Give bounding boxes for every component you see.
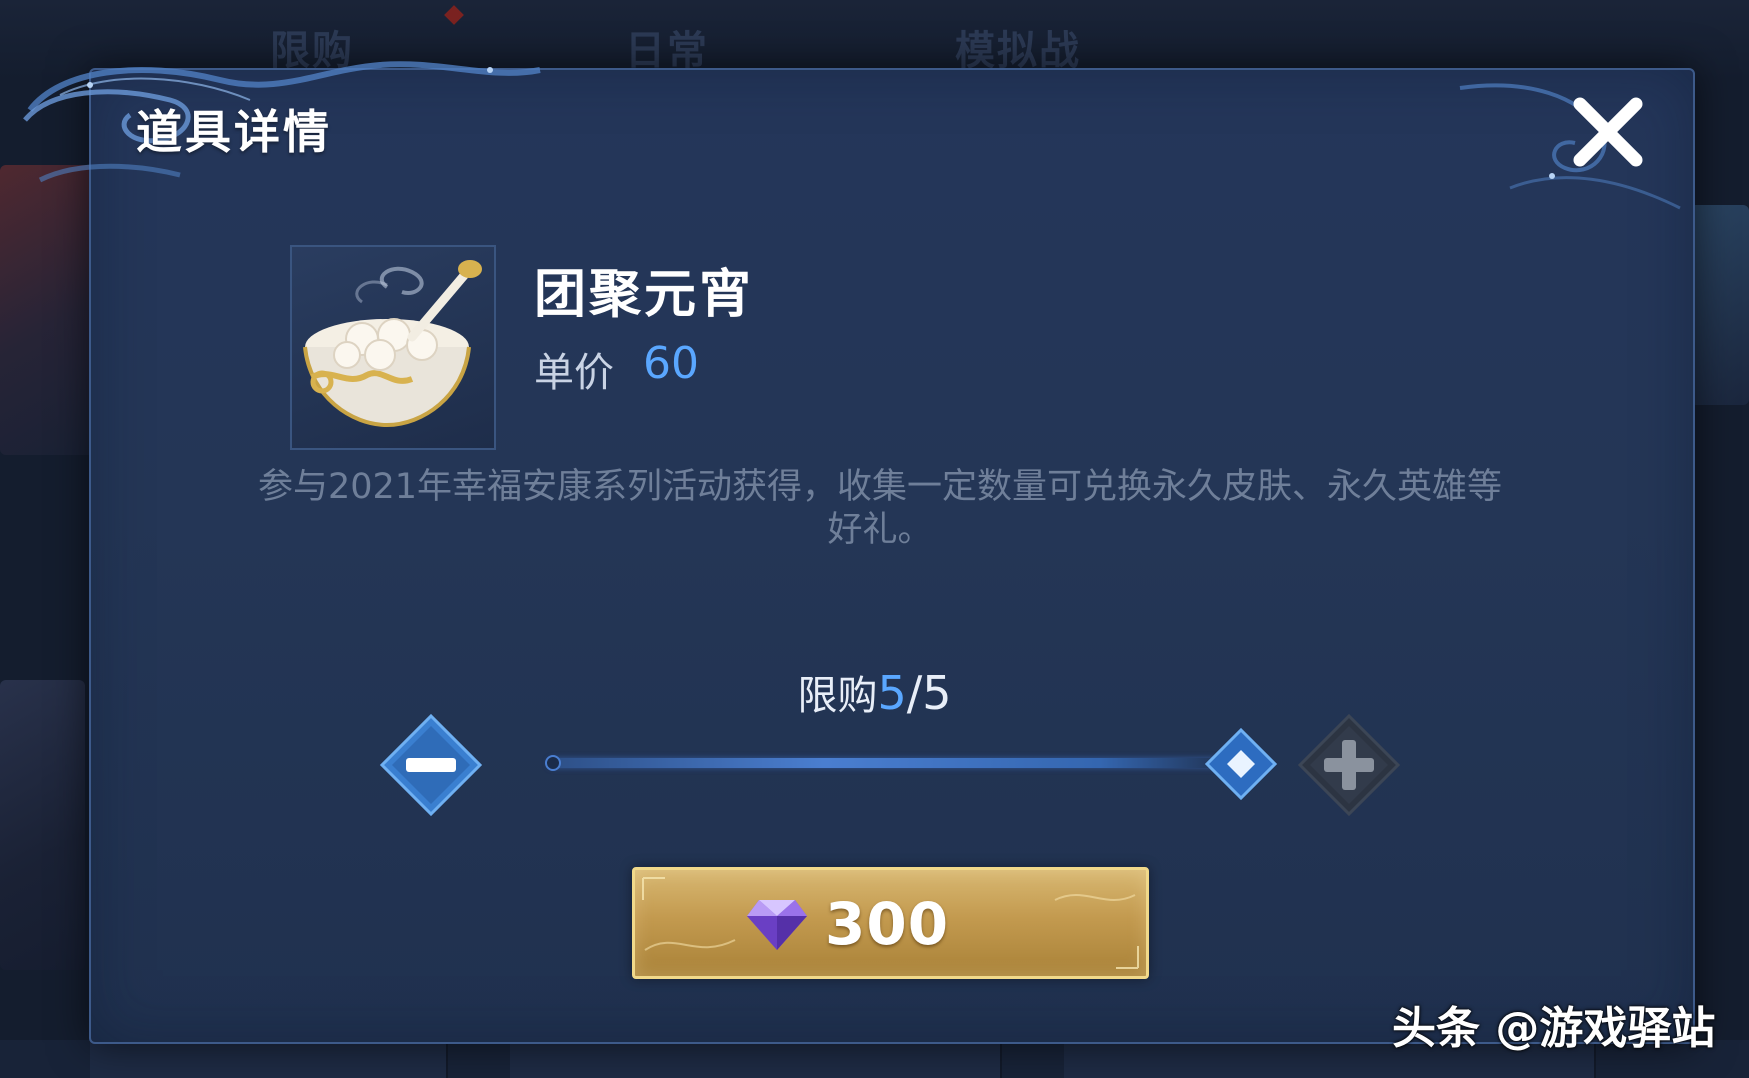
background-card xyxy=(1690,205,1749,405)
background-card xyxy=(0,165,95,455)
background-bottom-segment xyxy=(90,1040,448,1078)
purchase-limit-max: 5 xyxy=(922,666,952,720)
diamond-gem-icon xyxy=(747,900,807,950)
unit-price-label: 单价 xyxy=(534,350,614,396)
unit-price-value: 60 xyxy=(643,338,699,389)
close-icon[interactable] xyxy=(1566,90,1650,174)
buy-price: 300 xyxy=(825,890,950,958)
notification-dot xyxy=(444,5,464,25)
quantity-slider-start xyxy=(545,755,561,771)
purchase-limit: 限购5/5 xyxy=(0,663,1749,721)
purchase-limit-label: 限购 xyxy=(797,673,878,719)
quantity-slider-track[interactable] xyxy=(548,758,1238,768)
item-name: 团聚元宵 xyxy=(534,265,755,325)
minus-icon[interactable] xyxy=(378,712,484,818)
item-description: 参与2021年幸福安康系列活动获得，收集一定数量可兑换永久皮肤、永久英雄等好礼。 xyxy=(257,467,1503,550)
plus-icon[interactable] xyxy=(1296,712,1402,818)
background-bottom-segment xyxy=(510,1040,1002,1078)
buy-button[interactable]: 300 xyxy=(632,867,1149,979)
watermark: 头条 @游戏驿站 xyxy=(1392,1003,1716,1054)
quantity-slider-knob[interactable] xyxy=(1205,728,1277,800)
purchase-limit-current: 5 xyxy=(877,666,907,720)
item-image-frame xyxy=(290,245,496,450)
purchase-limit-separator: / xyxy=(906,666,923,720)
tangyuan-bowl-icon xyxy=(303,260,482,428)
background-card xyxy=(0,680,85,970)
dialog-title: 道具详情 xyxy=(136,105,332,159)
